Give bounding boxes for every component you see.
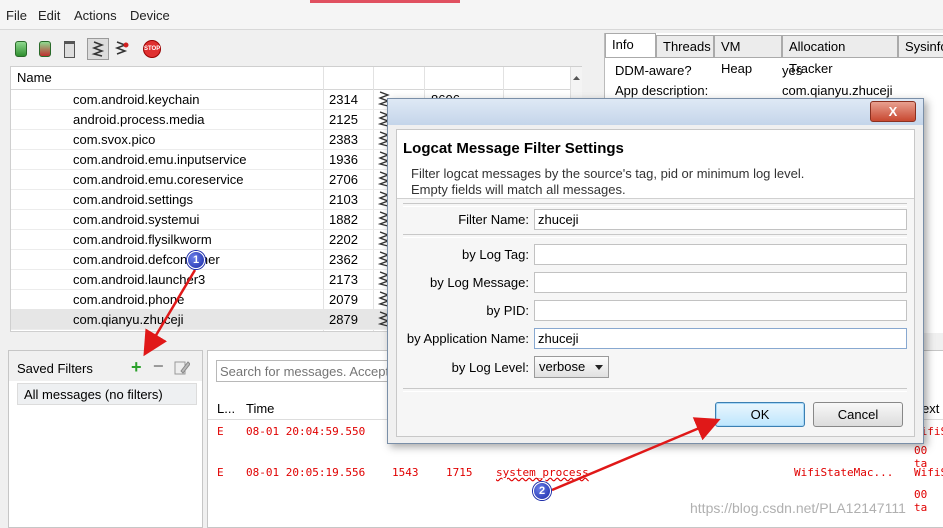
- saved-filters-title: Saved Filters: [17, 361, 93, 376]
- menu-actions[interactable]: Actions: [74, 8, 117, 23]
- log-level-select[interactable]: verbose: [534, 356, 609, 378]
- annotation-badge-2: 2: [533, 482, 551, 500]
- info-value-ddm: yes: [782, 63, 803, 78]
- log-time: 08-01 20:05:19.556: [246, 466, 366, 479]
- pid-input[interactable]: [534, 300, 907, 321]
- menu-bar: File Edit Actions Device: [0, 0, 943, 30]
- log-message-label: by Log Message:: [429, 275, 529, 290]
- process-name: com.android.settings: [73, 192, 193, 207]
- filter-name-label: Filter Name:: [458, 212, 529, 227]
- process-pid: 2202: [329, 232, 358, 247]
- edit-filter-icon[interactable]: [174, 359, 191, 378]
- process-name: com.svox.pico: [73, 132, 156, 147]
- watermark: https://blog.csdn.net/PLA12147111: [690, 500, 906, 516]
- log-level: E: [217, 425, 224, 438]
- process-name: android.process.media: [73, 112, 205, 127]
- tab-sysinfo[interactable]: Sysinfo: [898, 35, 943, 57]
- stop-process-icon[interactable]: STOP: [141, 38, 163, 60]
- log-tag-input[interactable]: [534, 244, 907, 265]
- process-pid: 2362: [329, 252, 358, 267]
- process-name: com.android.keychain: [73, 92, 200, 107]
- menu-edit[interactable]: Edit: [38, 8, 60, 23]
- process-name: com.android.phone: [73, 292, 185, 307]
- filter-item-all[interactable]: All messages (no filters): [17, 383, 197, 405]
- menu-file[interactable]: File: [6, 8, 27, 23]
- info-value-app: com.qianyu.zhuceji: [782, 83, 893, 98]
- process-pid: 1882: [329, 212, 358, 227]
- remove-filter-icon[interactable]: −: [153, 357, 164, 375]
- process-name: com.android.launcher3: [73, 272, 206, 287]
- app-name-input[interactable]: [534, 328, 907, 349]
- log-text: WifiS: [914, 466, 943, 479]
- pid-label: by PID:: [486, 303, 529, 318]
- process-pid: 2879: [329, 312, 358, 327]
- process-name: com.android.systemui: [73, 212, 200, 227]
- dialog-title: Logcat Message Filter Settings: [403, 140, 624, 157]
- dialog-description-1: Filter logcat messages by the source's t…: [411, 166, 805, 181]
- dialog-header: Logcat Message Filter Settings Filter lo…: [397, 130, 914, 199]
- thread-update-icon[interactable]: [87, 38, 109, 60]
- process-pid: 2383: [329, 132, 358, 147]
- process-pid: 2173: [329, 272, 358, 287]
- info-label-app: App description:: [615, 83, 709, 98]
- process-name: com.android.emu.coreservice: [73, 172, 244, 187]
- log-text: 00 ta: [914, 488, 928, 514]
- process-table-header: Name: [11, 67, 581, 90]
- dialog-titlebar: [388, 99, 923, 125]
- process-pid: 2314: [329, 92, 358, 107]
- app-name-label: by Application Name:: [406, 331, 529, 346]
- log-pid: 1543: [392, 466, 419, 479]
- log-tag-label: by Log Tag:: [462, 247, 529, 262]
- dialog-body: Logcat Message Filter Settings Filter lo…: [396, 129, 915, 437]
- tab-threads[interactable]: Threads: [656, 35, 714, 57]
- dialog-description-2: Empty fields will match all messages.: [411, 182, 626, 197]
- log-message-input[interactable]: [534, 272, 907, 293]
- table-scroll-up[interactable]: [570, 67, 582, 89]
- saved-filters-header: Saved Filters + −: [9, 351, 202, 381]
- start-method-profiling-icon[interactable]: [111, 38, 133, 60]
- dialog-close-button[interactable]: X: [870, 101, 916, 122]
- column-time-header[interactable]: Time: [246, 401, 274, 416]
- log-time: 08-01 20:04:59.550: [246, 425, 366, 438]
- saved-filters-panel: Saved Filters + − All messages (no filte…: [8, 350, 203, 528]
- column-level-header[interactable]: L...: [217, 401, 235, 416]
- tab-info[interactable]: Info: [605, 33, 656, 58]
- debug-icon[interactable]: [10, 38, 32, 60]
- update-heap-icon[interactable]: [34, 38, 56, 60]
- log-tag: WifiStateMac...: [794, 466, 894, 479]
- column-text-header[interactable]: ext: [922, 401, 939, 416]
- process-pid: 2103: [329, 192, 358, 207]
- process-pid: 2706: [329, 172, 358, 187]
- log-level-label: by Log Level:: [451, 360, 529, 375]
- filter-name-input[interactable]: [534, 209, 907, 230]
- filter-settings-dialog: X Logcat Message Filter Settings Filter …: [387, 98, 924, 444]
- column-name-header[interactable]: Name: [17, 70, 52, 85]
- process-name: com.qianyu.zhuceji: [73, 312, 184, 327]
- annotation-badge-1: 1: [187, 251, 205, 269]
- process-pid: 2125: [329, 112, 358, 127]
- add-filter-icon[interactable]: +: [131, 358, 142, 376]
- cancel-button[interactable]: Cancel: [813, 402, 903, 427]
- tab-allocation-tracker[interactable]: Allocation Tracker: [782, 35, 898, 76]
- chevron-down-icon: [595, 360, 603, 377]
- process-name: com.android.emu.inputservice: [73, 152, 247, 167]
- ok-button[interactable]: OK: [715, 402, 805, 427]
- info-label-ddm: DDM-aware?: [615, 63, 692, 78]
- log-app: system_process: [496, 466, 589, 479]
- log-level: E: [217, 466, 224, 479]
- dump-hprof-icon[interactable]: [58, 38, 80, 60]
- process-pid: 2079: [329, 292, 358, 307]
- window-accent-strip: [310, 0, 460, 3]
- tab-vm-heap[interactable]: VM Heap: [714, 35, 782, 76]
- logcat-search-input[interactable]: [216, 360, 406, 382]
- process-pid: 1936: [329, 152, 358, 167]
- process-name: com.android.flysilkworm: [73, 232, 212, 247]
- log-tid: 1715: [446, 466, 473, 479]
- menu-device[interactable]: Device: [130, 8, 170, 23]
